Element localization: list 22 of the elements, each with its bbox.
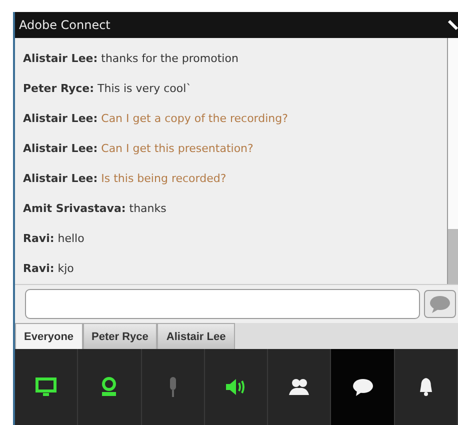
window-title: Adobe Connect [19, 18, 110, 32]
monitor-icon [35, 376, 58, 398]
chat-tab[interactable]: Alistair Lee [157, 323, 235, 349]
message-input-field[interactable] [25, 289, 420, 319]
chat-message: Alistair Lee: thanks for the promotion [23, 51, 240, 67]
chat-message: Alistair Lee: Can I get a copy of the recording? [23, 111, 289, 127]
people-icon [288, 376, 310, 398]
chat-message: Peter Ryce: This is very cool` [23, 81, 193, 97]
toolbar-button[interactable] [331, 349, 395, 425]
speech-bubble-icon [429, 295, 451, 313]
chat-message: Amit Srivastava: thanks [23, 201, 168, 217]
speaker-icon [224, 376, 247, 398]
chat-message: Ravi: kjo [23, 261, 75, 277]
chat-message: Alistair Lee: Is this being recorded? [23, 171, 228, 187]
slash-icon[interactable] [448, 18, 458, 32]
microphone-icon [170, 377, 176, 397]
chat-tab[interactable]: Peter Ryce [82, 323, 158, 349]
scrollbar[interactable] [447, 38, 458, 284]
chat-message: Alistair Lee: Can I get this presentation? [23, 141, 254, 157]
chat-icon [352, 376, 374, 398]
chat-message: Ravi: hello [23, 231, 86, 247]
chat-tab[interactable]: Everyone [15, 323, 83, 349]
